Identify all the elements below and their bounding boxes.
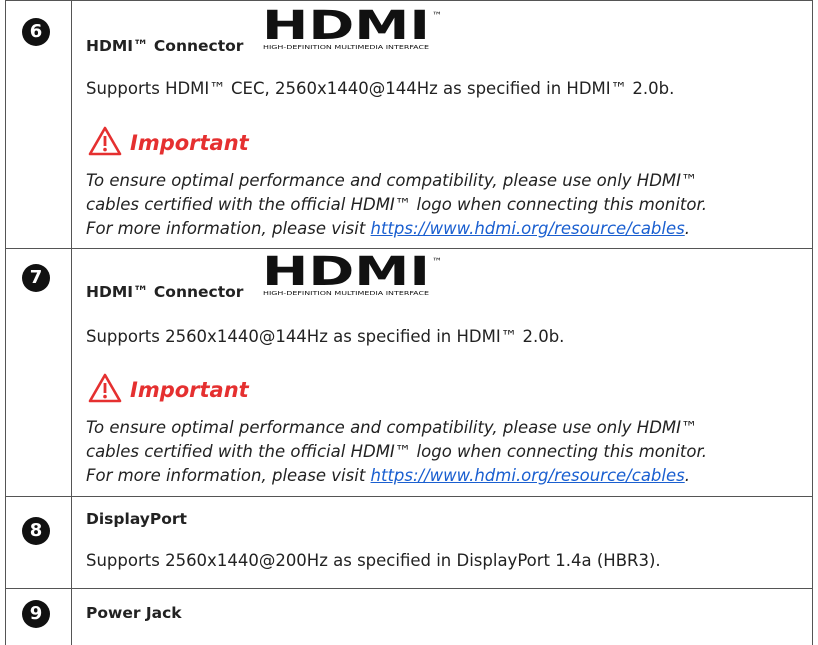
important-label: Important <box>130 131 249 155</box>
hdmi-logo: HDMI ™ HIGH-DEFINITION MULTIMEDIA INTERF… <box>262 251 442 297</box>
number-cell: 7 <box>6 248 72 496</box>
section-description: Supports 2560x1440@200Hz as specified in… <box>86 551 661 570</box>
section-7: 7 HDMI™ Connector HDMI ™ HIGH-DEFINITION… <box>5 248 813 496</box>
section-number-badge: 9 <box>22 600 50 628</box>
section-heading: Power Jack <box>86 604 182 622</box>
note-suffix: . <box>684 466 690 485</box>
note-line: For more information, please visit https… <box>86 464 707 488</box>
section-6: 6 HDMI™ Connector HDMI ™ HIGH-DEFINITION… <box>5 0 813 248</box>
note-line: cables certified with the official HDMI™… <box>86 442 708 461</box>
hdmi-logo-tm: ™ <box>432 11 442 22</box>
hdmi-logo-mark: HDMI <box>262 251 430 295</box>
section-number-badge: 6 <box>22 18 50 46</box>
number-cell: 8 <box>6 496 72 588</box>
section-number-badge: 8 <box>22 517 50 545</box>
hdmi-logo-tagline: HIGH-DEFINITION MULTIMEDIA INTERFACE <box>263 291 430 297</box>
section-number-badge: 7 <box>22 264 50 292</box>
note-line: To ensure optimal performance and compat… <box>86 171 698 190</box>
hdmi-logo: HDMI ™ HIGH-DEFINITION MULTIMEDIA INTERF… <box>262 5 442 51</box>
hdmi-cables-link[interactable]: https://www.hdmi.org/resource/cables <box>371 219 685 238</box>
section-8: 8 DisplayPort Supports 2560x1440@200Hz a… <box>5 496 813 588</box>
note-suffix: . <box>684 219 690 238</box>
note-text: For more information, please visit <box>86 219 371 238</box>
section-heading: DisplayPort <box>86 510 187 528</box>
important-note: To ensure optimal performance and compat… <box>86 416 707 488</box>
important-label: Important <box>130 378 249 402</box>
note-text: For more information, please visit <box>86 466 371 485</box>
number-cell: 6 <box>6 0 72 248</box>
note-line: cables certified with the official HDMI™… <box>86 195 708 214</box>
hdmi-logo-tagline: HIGH-DEFINITION MULTIMEDIA INTERFACE <box>263 45 430 51</box>
section-heading: HDMI™ Connector <box>86 37 244 55</box>
important-note: To ensure optimal performance and compat… <box>86 169 707 241</box>
note-line: To ensure optimal performance and compat… <box>86 418 698 437</box>
section-heading: HDMI™ Connector <box>86 283 244 301</box>
number-cell: 9 <box>6 588 72 645</box>
hdmi-logo-mark: HDMI <box>262 5 430 49</box>
note-line: For more information, please visit https… <box>86 217 707 241</box>
hdmi-cables-link[interactable]: https://www.hdmi.org/resource/cables <box>371 466 685 485</box>
warning-icon <box>88 126 122 156</box>
hdmi-logo-tm: ™ <box>432 257 442 268</box>
section-description: Supports HDMI™ CEC, 2560x1440@144Hz as s… <box>86 79 675 98</box>
warning-icon <box>88 373 122 403</box>
section-description: Supports 2560x1440@144Hz as specified in… <box>86 327 565 346</box>
section-9: 9 Power Jack <box>5 588 813 645</box>
